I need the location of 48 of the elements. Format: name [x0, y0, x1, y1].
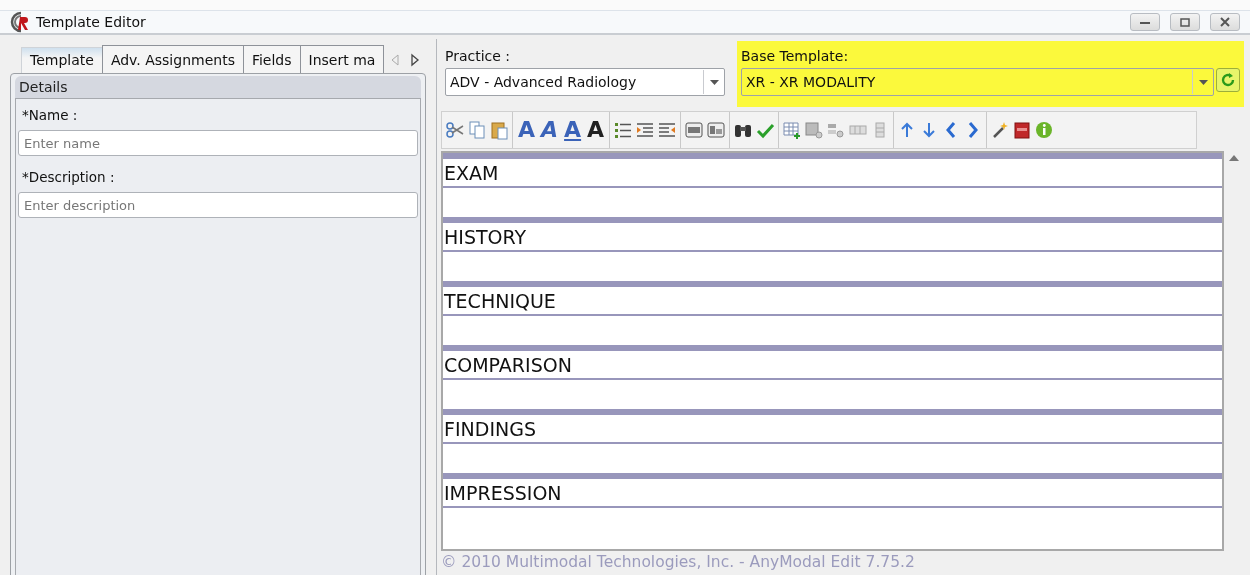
- maximize-button[interactable]: [1170, 13, 1200, 31]
- book-icon[interactable]: [1012, 120, 1033, 140]
- tab[interactable]: Fields: [242, 45, 301, 73]
- field-label: *Description :: [21, 168, 116, 187]
- font-style-button[interactable]: A: [516, 119, 538, 141]
- field-label: *Name :: [21, 106, 79, 125]
- section-heading: HISTORY: [443, 223, 1222, 252]
- indent-icon[interactable]: [635, 120, 656, 140]
- section-heading: FINDINGS: [443, 415, 1222, 444]
- caret-icon: [1198, 79, 1208, 85]
- section-heading: IMPRESSION: [443, 479, 1222, 508]
- paste-icon[interactable]: [489, 120, 509, 140]
- copyright-text: © 2010 Multimodal Technologies, Inc. - AnyModal Edit 7.75.2: [441, 552, 916, 573]
- layout-icon[interactable]: [706, 120, 727, 140]
- section-heading: COMPARISON: [443, 351, 1222, 380]
- caret-icon: [709, 79, 719, 85]
- close-icon: [1220, 17, 1230, 27]
- outdent-icon[interactable]: [657, 120, 678, 140]
- minimize-icon: [1140, 20, 1150, 24]
- section-icon[interactable]: [684, 120, 705, 140]
- font-style-button[interactable]: A: [562, 119, 584, 141]
- details-header: Details: [15, 76, 421, 98]
- close-button[interactable]: [1210, 13, 1240, 31]
- refresh-button[interactable]: [1216, 68, 1240, 92]
- report-editor[interactable]: EXAM HISTORY TECHNIQUE COMPARISON FINDINGS IMPRESSION: [441, 151, 1224, 551]
- refresh-icon: [1220, 72, 1236, 88]
- base-template-label: Base Template:: [741, 47, 850, 66]
- practice-dropdown[interactable]: ADV - Advanced Radiology: [445, 68, 725, 96]
- copy-icon[interactable]: [467, 120, 487, 140]
- section-heading: TECHNIQUE: [443, 287, 1222, 316]
- input-field[interactable]: Enter name: [18, 130, 418, 156]
- table-settings-icon[interactable]: [804, 120, 825, 140]
- maximize-icon: [1180, 17, 1190, 27]
- base-template-dropdown[interactable]: XR - XR MODALITY: [741, 68, 1214, 96]
- font-style-button[interactable]: A: [585, 119, 607, 141]
- tab[interactable]: Template: [21, 47, 103, 73]
- font-style-button[interactable]: A: [539, 119, 561, 141]
- bullet-list-icon[interactable]: [613, 120, 634, 140]
- insert-table-icon[interactable]: [782, 120, 803, 140]
- window-title: Template Editor: [36, 14, 147, 30]
- tab[interactable]: Insert ma: [299, 45, 385, 73]
- section-heading: EXAM: [443, 159, 1222, 188]
- input-field[interactable]: Enter description: [18, 192, 418, 218]
- scissors-icon[interactable]: [445, 120, 465, 140]
- tab[interactable]: Adv. Assignments: [101, 45, 244, 73]
- minimize-button[interactable]: [1130, 13, 1160, 31]
- scroll-up-icon[interactable]: [1229, 155, 1239, 161]
- practice-label: Practice :: [445, 47, 512, 66]
